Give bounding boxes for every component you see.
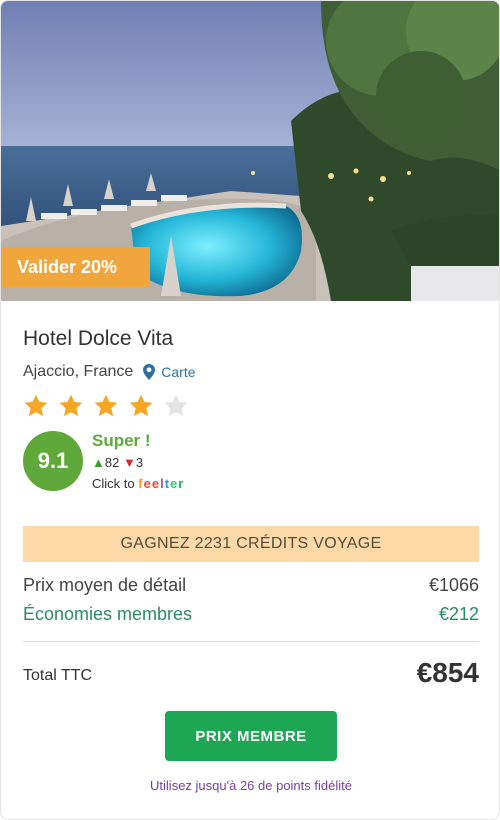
thumbs-up-arrow-icon: ▲	[92, 455, 105, 470]
total-price: €854	[416, 657, 479, 688]
click-to-label: Click to	[92, 476, 135, 491]
total-label: Total TTC	[23, 667, 93, 684]
member-savings-row: Économies membres €212	[23, 604, 479, 625]
up-votes: 82	[104, 455, 120, 470]
thumbs-down-arrow-icon: ▼	[122, 455, 136, 470]
star-filled-icon	[94, 394, 118, 417]
star-rating	[23, 393, 198, 419]
hotel-photo[interactable]: Valider 20%	[1, 1, 499, 301]
divider	[23, 641, 479, 642]
retail-price-label: Prix moyen de détail	[23, 575, 187, 595]
review-score: 9.1	[23, 431, 83, 491]
member-savings-value: €212	[438, 604, 479, 624]
review-score-widget[interactable]: 9.1 Super ! ▲82 ▼3 Click to feelter	[23, 431, 263, 495]
feelter-letter: e	[151, 476, 161, 491]
location-text: Ajaccio, France	[23, 363, 134, 380]
star-filled-icon	[129, 394, 153, 417]
retail-price-row: Prix moyen de détail €1066	[23, 575, 479, 596]
review-votes: ▲82 ▼3	[92, 455, 143, 470]
discount-badge: Valider 20%	[1, 247, 150, 287]
member-savings-label: Économies membres	[23, 604, 193, 624]
hotel-name[interactable]: Hotel Dolce Vita	[23, 327, 173, 351]
feelter-logo: feelter	[138, 476, 184, 491]
location-row: Ajaccio, France Carte	[23, 363, 196, 381]
travel-credits-banner: GAGNEZ 2231 CRÉDITS VOYAGE	[23, 526, 479, 562]
down-votes: 3	[135, 455, 144, 470]
star-filled-icon	[59, 394, 83, 417]
feelter-letter: r	[178, 476, 185, 491]
map-link-label: Carte	[161, 364, 196, 380]
click-to-feelter: Click to feelter	[92, 476, 184, 491]
map-pin-icon	[143, 364, 156, 380]
hotel-card: Valider 20% Hotel Dolce Vita Ajaccio, Fr…	[0, 0, 500, 820]
star-filled-icon	[24, 394, 48, 417]
retail-price-value: €1066	[428, 575, 479, 595]
member-price-button[interactable]: PRIX MEMBRE	[165, 711, 337, 761]
star-empty-icon	[164, 394, 188, 417]
feelter-letter: e	[143, 476, 152, 491]
map-link[interactable]: Carte	[143, 364, 196, 380]
loyalty-points-note: Utilisez jusqu'à 26 de points fidélité	[150, 778, 352, 793]
review-label: Super !	[92, 431, 151, 450]
